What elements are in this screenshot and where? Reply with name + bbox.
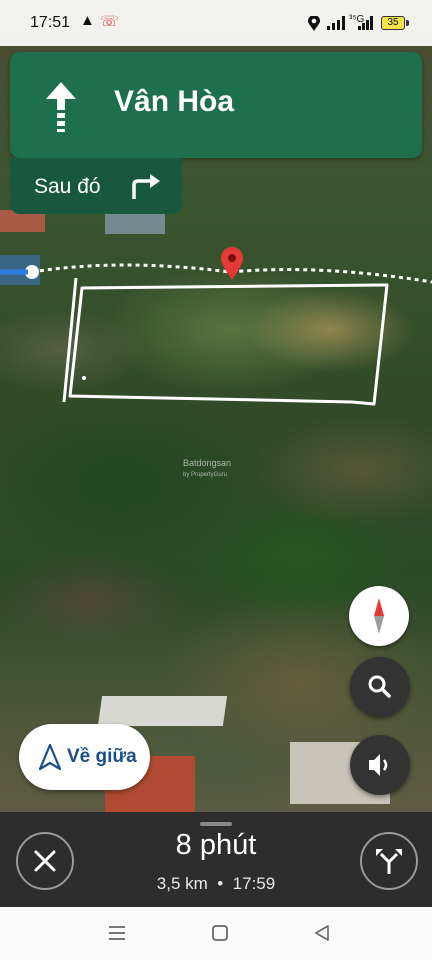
signal-icon — [358, 16, 373, 30]
then-instruction-card[interactable]: Sau đó — [10, 158, 182, 214]
search-icon — [368, 675, 391, 698]
status-time: 17:51 — [30, 14, 71, 31]
recenter-button[interactable]: Về giữa — [19, 724, 150, 790]
watermark-subtext: by PropertyGuru — [183, 472, 228, 478]
then-label: Sau đó — [34, 175, 101, 198]
missed-call-icon: ☏ — [100, 13, 119, 30]
arrival-time: 17:59 — [232, 874, 276, 893]
next-street-name: Vân Hòa — [114, 85, 235, 118]
search-button[interactable] — [350, 657, 410, 717]
straight-arrow-icon — [46, 82, 76, 132]
battery-icon: 35 — [381, 16, 409, 30]
sound-button[interactable] — [350, 735, 410, 795]
recenter-label: Về giữa — [67, 746, 137, 767]
turn-right-icon — [132, 174, 160, 199]
watermark-text: Batdongsan — [183, 458, 232, 468]
status-bar: 17:51 ▲ ☏ ³⁵G 35 — [0, 0, 432, 46]
navigation-arrow-icon — [39, 744, 61, 770]
home-icon[interactable] — [212, 925, 228, 941]
compass-button[interactable] — [349, 586, 409, 646]
drawn-boundary — [62, 277, 389, 406]
compass-icon — [374, 598, 384, 634]
map-watermark: Batdongsan by PropertyGuru — [183, 458, 231, 478]
destination-pin — [221, 247, 243, 280]
alternate-routes-button[interactable] — [360, 832, 418, 890]
location-icon — [308, 16, 320, 31]
back-icon[interactable] — [314, 925, 330, 941]
system-navigation-bar — [0, 907, 432, 960]
navigation-instruction-card[interactable]: Vân Hòa — [10, 52, 422, 158]
navigation-arrow-icon: ▲ — [80, 12, 95, 29]
trip-distance: 3,5 km — [156, 874, 208, 893]
signal-icon — [327, 16, 345, 30]
sound-icon — [369, 754, 388, 776]
battery-level: 35 — [387, 17, 399, 28]
menu-icon[interactable] — [108, 925, 126, 941]
boundary-dot — [82, 376, 86, 380]
drag-handle[interactable] — [200, 822, 232, 826]
trip-separator: • — [217, 874, 224, 893]
trip-summary-panel[interactable]: 8 phút 3,5 km • 17:59 — [0, 812, 432, 907]
alternate-routes-icon — [376, 849, 402, 874]
